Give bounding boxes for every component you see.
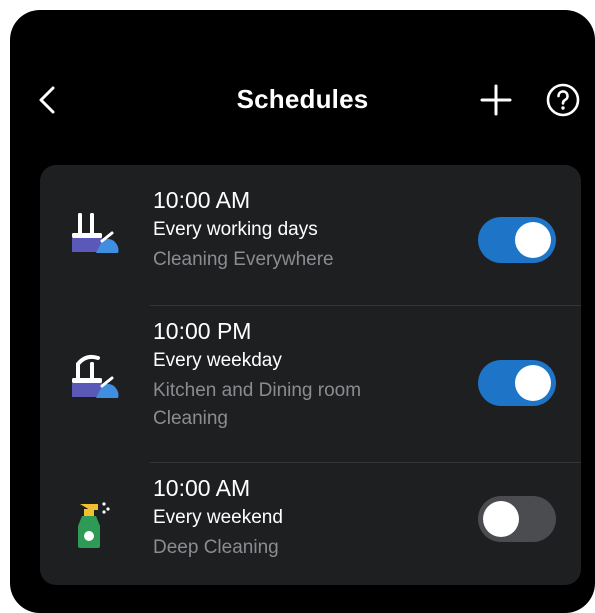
schedule-text: 10:00 PM Every weekday Kitchen and Dinin… — [153, 315, 453, 433]
plus-icon — [480, 84, 512, 116]
schedule-time: 10:00 AM — [153, 187, 251, 213]
schedule-time: 10:00 PM — [153, 318, 252, 344]
schedule-days: Every weekday — [153, 350, 282, 371]
toggle-knob — [515, 365, 551, 401]
schedule-time: 10:00 AM — [153, 475, 251, 501]
vacuum-mop-icon — [64, 205, 124, 265]
toggle-knob — [483, 501, 519, 537]
schedule-toggle[interactable] — [478, 217, 556, 263]
toggle-knob — [515, 222, 551, 258]
schedule-toggle[interactable] — [478, 360, 556, 406]
schedule-days: Every weekend — [153, 507, 283, 528]
help-button[interactable] — [545, 82, 581, 118]
schedule-list: 10:00 AM Every working days Cleaning Eve… — [40, 165, 581, 585]
schedule-task: Cleaning Everywhere — [153, 249, 334, 270]
spray-bottle-icon — [64, 492, 124, 552]
robot-arm-mop-icon — [64, 350, 124, 410]
schedule-text: 10:00 AM Every working days Cleaning Eve… — [153, 184, 453, 274]
add-schedule-button[interactable] — [478, 82, 514, 118]
schedule-item[interactable]: 10:00 PM Every weekday Kitchen and Dinin… — [40, 305, 581, 462]
schedule-item[interactable]: 10:00 AM Every weekend Deep Cleaning — [40, 462, 581, 585]
schedule-toggle[interactable] — [478, 496, 556, 542]
question-circle-icon — [546, 83, 580, 117]
schedule-days: Every working days — [153, 219, 318, 240]
schedule-task: Kitchen and Dining room Cleaning — [153, 380, 362, 429]
schedule-item[interactable]: 10:00 AM Every working days Cleaning Eve… — [40, 165, 581, 305]
top-bar: Schedules — [10, 70, 595, 130]
schedule-task: Deep Cleaning — [153, 537, 279, 558]
app-screen: Schedules 10:00 AM Every working days Cl… — [10, 10, 595, 613]
schedule-text: 10:00 AM Every weekend Deep Cleaning — [153, 472, 453, 562]
